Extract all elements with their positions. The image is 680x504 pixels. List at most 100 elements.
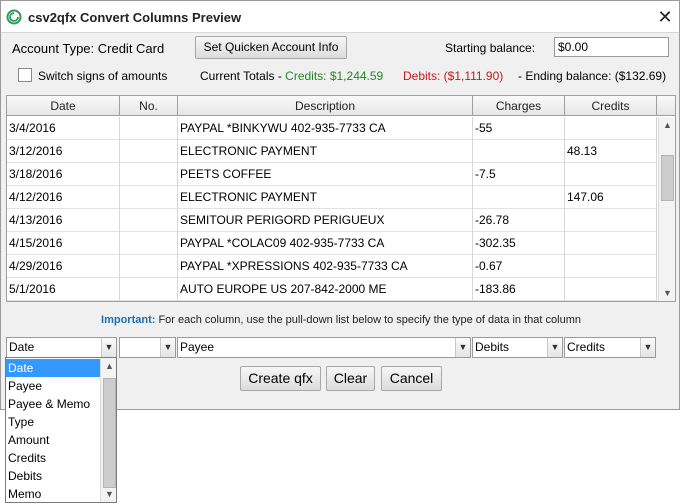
cell-no[interactable] <box>120 163 178 186</box>
scroll-up-icon[interactable]: ▲ <box>660 117 675 133</box>
cell-description[interactable]: PAYPAL *BINKYWU 402-935-7733 CA <box>178 117 473 140</box>
scroll-thumb[interactable] <box>661 155 674 201</box>
switch-signs-label: Switch signs of amounts <box>38 69 168 83</box>
cell-no[interactable] <box>120 209 178 232</box>
cell-date[interactable]: 4/13/2016 <box>7 209 120 232</box>
cell-charges[interactable] <box>473 186 565 209</box>
cell-no[interactable] <box>120 232 178 255</box>
create-qfx-button[interactable]: Create qfx <box>240 366 321 391</box>
credits-total: Credits: $1,244.59 <box>285 69 384 83</box>
dropdown-option[interactable]: Memo <box>6 485 101 502</box>
cell-date[interactable]: 4/29/2016 <box>7 255 120 278</box>
cell-description[interactable]: ELECTRONIC PAYMENT <box>178 186 473 209</box>
header-date[interactable]: Date <box>7 96 120 116</box>
ending-balance: - Ending balance: ($132.69) <box>518 69 667 83</box>
cell-credits[interactable] <box>565 232 657 255</box>
cell-credits[interactable]: 147.06 <box>565 186 657 209</box>
table-row[interactable]: 3/12/2016 ELECTRONIC PAYMENT 48.13 <box>7 140 657 163</box>
cell-description[interactable]: ELECTRONIC PAYMENT <box>178 140 473 163</box>
cell-date[interactable]: 3/12/2016 <box>7 140 120 163</box>
cell-no[interactable] <box>120 117 178 140</box>
cell-charges[interactable]: -302.35 <box>473 232 565 255</box>
cell-charges[interactable]: -183.86 <box>473 278 565 301</box>
close-icon[interactable]: ✕ <box>654 6 676 28</box>
app-icon <box>6 9 22 25</box>
table-row[interactable]: 4/15/2016 PAYPAL *COLAC09 402-935-7733 CA… <box>7 232 657 255</box>
chevron-down-icon[interactable]: ▼ <box>101 338 116 357</box>
title-bar: csv2qfx Convert Columns Preview ✕ <box>1 1 679 33</box>
cell-charges[interactable]: -55 <box>473 117 565 140</box>
cell-description[interactable]: SEMITOUR PERIGORD PERIGUEUX <box>178 209 473 232</box>
header-charges[interactable]: Charges <box>473 96 565 116</box>
cell-date[interactable]: 4/15/2016 <box>7 232 120 255</box>
header-no[interactable]: No. <box>120 96 178 116</box>
cell-charges[interactable] <box>473 140 565 163</box>
cell-no[interactable] <box>120 186 178 209</box>
dropdown-option[interactable]: Credits <box>6 449 101 467</box>
cell-date[interactable]: 3/4/2016 <box>7 117 120 140</box>
chevron-down-icon[interactable]: ▼ <box>640 338 655 357</box>
chevron-down-icon[interactable]: ▼ <box>455 338 470 357</box>
table-row[interactable]: 4/13/2016 SEMITOUR PERIGORD PERIGUEUX -26.… <box>7 209 657 232</box>
cell-date[interactable]: 5/1/2016 <box>7 278 120 301</box>
cell-description[interactable]: PEETS COFFEE <box>178 163 473 186</box>
column-type-charges-select[interactable]: Debits ▼ <box>472 337 563 358</box>
cell-no[interactable] <box>120 140 178 163</box>
cell-charges[interactable]: -26.78 <box>473 209 565 232</box>
column-type-no-select[interactable]: ▼ <box>119 337 176 358</box>
column-type-dropdown-list: Date Payee Payee & Memo Type Amount Credits De… <box>5 357 117 503</box>
cell-date[interactable]: 4/12/2016 <box>7 186 120 209</box>
dropdown-option[interactable]: Date <box>6 359 101 377</box>
cell-credits[interactable] <box>565 117 657 140</box>
dropdown-option[interactable]: Type <box>6 413 101 431</box>
table-row[interactable]: 4/29/2016 PAYPAL *XPRESSIONS 402-935-7733… <box>7 255 657 278</box>
cell-credits[interactable] <box>565 255 657 278</box>
cell-credits[interactable]: 48.13 <box>565 140 657 163</box>
table-header: Date No. Description Charges Credits <box>7 96 675 116</box>
cell-credits[interactable] <box>565 163 657 186</box>
chevron-down-icon[interactable]: ▼ <box>160 338 175 357</box>
table-row[interactable]: 5/1/2016 AUTO EUROPE US 207-842-2000 ME -1… <box>7 278 657 301</box>
clear-button[interactable]: Clear <box>326 366 375 391</box>
dropdown-scrollbar[interactable]: ▲ ▼ <box>100 358 116 502</box>
column-type-credits-select[interactable]: Credits ▼ <box>564 337 656 358</box>
dropdown-option[interactable]: Debits <box>6 467 101 485</box>
dropdown-option[interactable]: Payee <box>6 377 101 395</box>
cell-description[interactable]: AUTO EUROPE US 207-842-2000 ME <box>178 278 473 301</box>
table-row[interactable]: 4/12/2016 ELECTRONIC PAYMENT 147.06 <box>7 186 657 209</box>
scroll-down-icon[interactable]: ▼ <box>102 486 116 502</box>
header-credits[interactable]: Credits <box>565 96 657 116</box>
cell-no[interactable] <box>120 255 178 278</box>
cancel-button[interactable]: Cancel <box>381 366 442 391</box>
cell-date[interactable]: 3/18/2016 <box>7 163 120 186</box>
totals-label: Current Totals - Credits: $1,244.59 <box>200 69 384 83</box>
column-type-description-select[interactable]: Payee ▼ <box>177 337 471 358</box>
dropdown-option[interactable]: Payee & Memo <box>6 395 101 413</box>
set-quicken-account-info-button[interactable]: Set Quicken Account Info <box>195 36 347 59</box>
scroll-thumb[interactable] <box>103 378 116 488</box>
cell-credits[interactable] <box>565 278 657 301</box>
important-note: Important: For each column, use the pull… <box>101 314 581 326</box>
table-scrollbar[interactable]: ▲ ▼ <box>658 117 675 301</box>
cell-description[interactable]: PAYPAL *COLAC09 402-935-7733 CA <box>178 232 473 255</box>
table-body: 3/4/2016 PAYPAL *BINKYWU 402-935-7733 CA -… <box>7 117 657 301</box>
account-type-label: Account Type: Credit Card <box>12 41 165 56</box>
table-row[interactable]: 3/4/2016 PAYPAL *BINKYWU 402-935-7733 CA -… <box>7 117 657 140</box>
column-type-date-select[interactable]: Date ▼ <box>6 337 117 358</box>
chevron-down-icon[interactable]: ▼ <box>547 338 562 357</box>
dropdown-option[interactable]: Amount <box>6 431 101 449</box>
cell-credits[interactable] <box>565 209 657 232</box>
debits-total: Debits: ($1,111.90) <box>403 69 504 83</box>
header-description[interactable]: Description <box>178 96 473 116</box>
starting-balance-label: Starting balance: <box>445 41 536 55</box>
cell-charges[interactable]: -7.5 <box>473 163 565 186</box>
cell-no[interactable] <box>120 278 178 301</box>
window-title: csv2qfx Convert Columns Preview <box>28 10 242 25</box>
starting-balance-input[interactable]: $0.00 <box>554 37 669 57</box>
switch-signs-checkbox[interactable] <box>18 68 32 82</box>
cell-description[interactable]: PAYPAL *XPRESSIONS 402-935-7733 CA <box>178 255 473 278</box>
scroll-down-icon[interactable]: ▼ <box>660 285 675 301</box>
scroll-up-icon[interactable]: ▲ <box>102 358 116 374</box>
table-row[interactable]: 3/18/2016 PEETS COFFEE -7.5 <box>7 163 657 186</box>
cell-charges[interactable]: -0.67 <box>473 255 565 278</box>
